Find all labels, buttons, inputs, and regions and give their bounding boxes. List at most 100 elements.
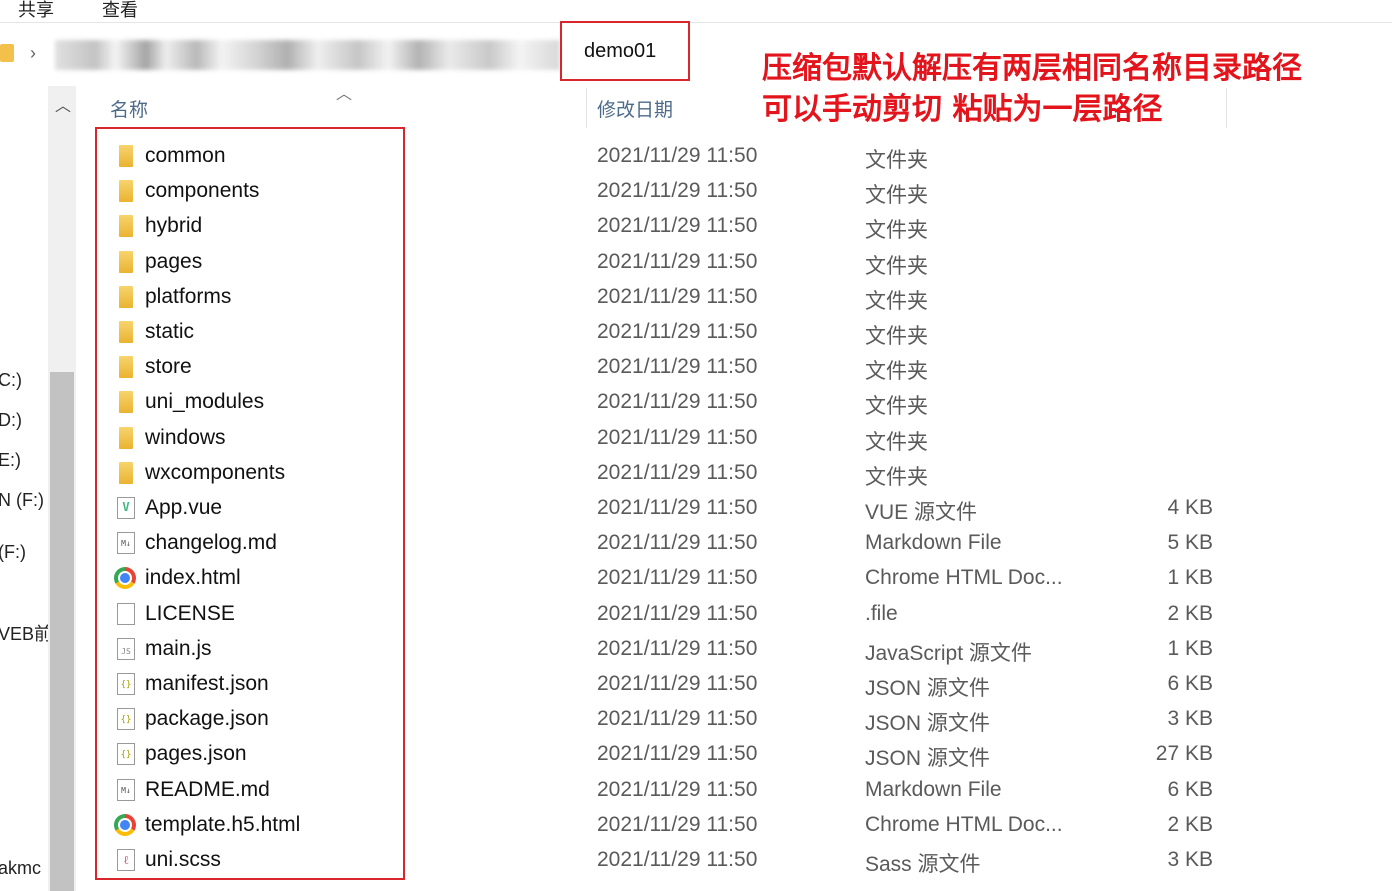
file-date: 2021/11/29 11:50 xyxy=(597,320,758,343)
file-date: 2021/11/29 11:50 xyxy=(597,460,758,484)
column-divider[interactable] xyxy=(586,88,587,128)
file-name: hybrid xyxy=(145,214,203,238)
file-row[interactable]: platforms 2021/11/29 11:50 文件夹 xyxy=(0,280,1392,315)
file-type: JSON 源文件 xyxy=(865,677,990,700)
chrome-icon xyxy=(114,813,136,836)
file-row[interactable]: changelog.md 2021/11/29 11:50 Markdown Fil… xyxy=(0,526,1392,561)
file-type: 文件夹 xyxy=(865,149,928,172)
file-name: common xyxy=(145,144,226,167)
folder-icon xyxy=(0,44,14,62)
file-row[interactable]: main.js 2021/11/29 11:50 JavaScript 源文件 1 K… xyxy=(0,632,1392,667)
file-date: 2021/11/29 11:50 xyxy=(597,777,758,801)
file-row[interactable]: README.md 2021/11/29 11:50 Markdown File 6 … xyxy=(0,773,1392,808)
file-name: platforms xyxy=(145,284,232,308)
file-row[interactable]: manifest.json 2021/11/29 11:50 JSON 源文件 6 K… xyxy=(0,667,1392,702)
blank-file-icon xyxy=(117,602,135,625)
folder-icon xyxy=(119,321,133,343)
file-row[interactable]: components 2021/11/29 11:50 文件夹 xyxy=(0,174,1392,209)
file-name: App.vue xyxy=(145,496,223,519)
file-name: LICENSE xyxy=(145,601,235,625)
file-date: 2021/11/29 11:50 xyxy=(597,496,758,519)
folder-icon xyxy=(119,285,133,308)
file-name: static xyxy=(145,320,195,343)
column-header-date[interactable]: 修改日期 xyxy=(597,95,673,122)
file-row[interactable]: windows 2021/11/29 11:50 文件夹 xyxy=(0,421,1392,456)
file-type: JSON 源文件 xyxy=(865,712,990,736)
file-row[interactable]: template.h5.html 2021/11/29 11:50 Chrome H… xyxy=(0,808,1392,843)
json-file-icon xyxy=(117,743,135,766)
file-size: 5 KB xyxy=(1167,531,1213,555)
file-name: components xyxy=(145,179,260,203)
tab-share[interactable]: 共享 xyxy=(18,0,54,22)
chevron-right-icon[interactable]: › xyxy=(30,43,36,64)
file-size: 3 KB xyxy=(1167,848,1213,871)
file-size: 6 KB xyxy=(1167,777,1213,801)
file-name: store xyxy=(145,355,192,379)
column-divider[interactable] xyxy=(1226,88,1227,128)
file-date: 2021/11/29 11:50 xyxy=(597,144,758,167)
file-date: 2021/11/29 11:50 xyxy=(597,601,758,625)
markdown-file-icon xyxy=(117,532,135,555)
file-row[interactable]: common 2021/11/29 11:50 文件夹 xyxy=(0,139,1392,174)
file-row[interactable]: pages 2021/11/29 11:50 文件夹 xyxy=(0,245,1392,280)
file-type: .file xyxy=(865,601,898,625)
folder-icon xyxy=(119,215,133,238)
json-file-icon xyxy=(117,708,135,731)
file-size: 1 KB xyxy=(1167,566,1213,590)
file-row[interactable]: pages.json 2021/11/29 11:50 JSON 源文件 27 KB xyxy=(0,737,1392,772)
file-type: VUE 源文件 xyxy=(865,501,978,524)
file-row[interactable]: LICENSE 2021/11/29 11:50 .file 2 KB xyxy=(0,597,1392,632)
sort-ascending-icon: ︿ xyxy=(336,86,353,103)
file-size: 3 KB xyxy=(1167,707,1213,731)
file-date: 2021/11/29 11:50 xyxy=(597,672,758,695)
file-type: JavaScript 源文件 xyxy=(865,641,1032,665)
annotation-line-1: 压缩包默认解压有两层相同名称目录路径 xyxy=(762,51,1302,86)
tab-view[interactable]: 查看 xyxy=(102,0,138,22)
file-type: Markdown File xyxy=(865,777,1002,801)
file-date: 2021/11/29 11:50 xyxy=(597,636,758,660)
file-row[interactable]: store 2021/11/29 11:50 文件夹 xyxy=(0,350,1392,385)
current-folder-label: demo01 xyxy=(584,40,657,62)
file-date: 2021/11/29 11:50 xyxy=(597,284,758,308)
file-date: 2021/11/29 11:50 xyxy=(597,214,758,238)
file-date: 2021/11/29 11:50 xyxy=(597,355,758,379)
file-date: 2021/11/29 11:50 xyxy=(597,812,758,836)
file-row[interactable]: App.vue 2021/11/29 11:50 VUE 源文件 4 KB xyxy=(0,491,1392,526)
file-size: 1 KB xyxy=(1167,636,1213,660)
column-header-name[interactable]: 名称 xyxy=(110,95,148,122)
file-type: 文件夹 xyxy=(865,430,928,454)
file-type: 文件夹 xyxy=(865,325,928,348)
file-type: 文件夹 xyxy=(865,395,928,419)
file-row[interactable]: index.html 2021/11/29 11:50 Chrome HTML Do… xyxy=(0,561,1392,596)
file-type: 文件夹 xyxy=(865,360,928,384)
file-date: 2021/11/29 11:50 xyxy=(597,707,758,731)
file-type: 文件夹 xyxy=(865,254,928,278)
file-name: windows xyxy=(145,425,226,449)
file-row[interactable]: package.json 2021/11/29 11:50 JSON 源文件 3 KB xyxy=(0,702,1392,737)
file-type: 文件夹 xyxy=(865,465,928,489)
scroll-up-arrow-icon[interactable]: ︿ xyxy=(55,92,71,116)
ribbon-divider xyxy=(0,22,1392,23)
ribbon-tabs: 共享 查看 xyxy=(0,0,1392,20)
file-name: template.h5.html xyxy=(145,812,301,836)
file-date: 2021/11/29 11:50 xyxy=(597,425,758,449)
file-type: Chrome HTML Doc... xyxy=(865,566,1063,590)
folder-icon xyxy=(119,461,133,484)
blurred-path xyxy=(55,40,560,70)
file-row[interactable]: uni.scss 2021/11/29 11:50 Sass 源文件 3 KB xyxy=(0,843,1392,878)
file-type: Sass 源文件 xyxy=(865,853,981,876)
breadcrumb-current-folder[interactable]: demo01 xyxy=(560,21,690,81)
file-row[interactable]: static 2021/11/29 11:50 文件夹 xyxy=(0,315,1392,350)
file-size: 4 KB xyxy=(1167,496,1213,519)
file-name: pages xyxy=(145,249,203,273)
annotation-note: 压缩包默认解压有两层相同名称目录路径 可以手动剪切 粘贴为一层路径 xyxy=(762,48,1302,130)
file-name: uni.scss xyxy=(145,848,221,871)
file-row[interactable]: wxcomponents 2021/11/29 11:50 文件夹 xyxy=(0,456,1392,491)
vue-file-icon xyxy=(117,497,135,519)
file-date: 2021/11/29 11:50 xyxy=(597,390,758,414)
file-name: manifest.json xyxy=(145,672,269,695)
file-name: index.html xyxy=(145,566,241,590)
file-name: main.js xyxy=(145,636,212,660)
file-row[interactable]: uni_modules 2021/11/29 11:50 文件夹 xyxy=(0,385,1392,420)
file-row[interactable]: hybrid 2021/11/29 11:50 文件夹 xyxy=(0,209,1392,244)
